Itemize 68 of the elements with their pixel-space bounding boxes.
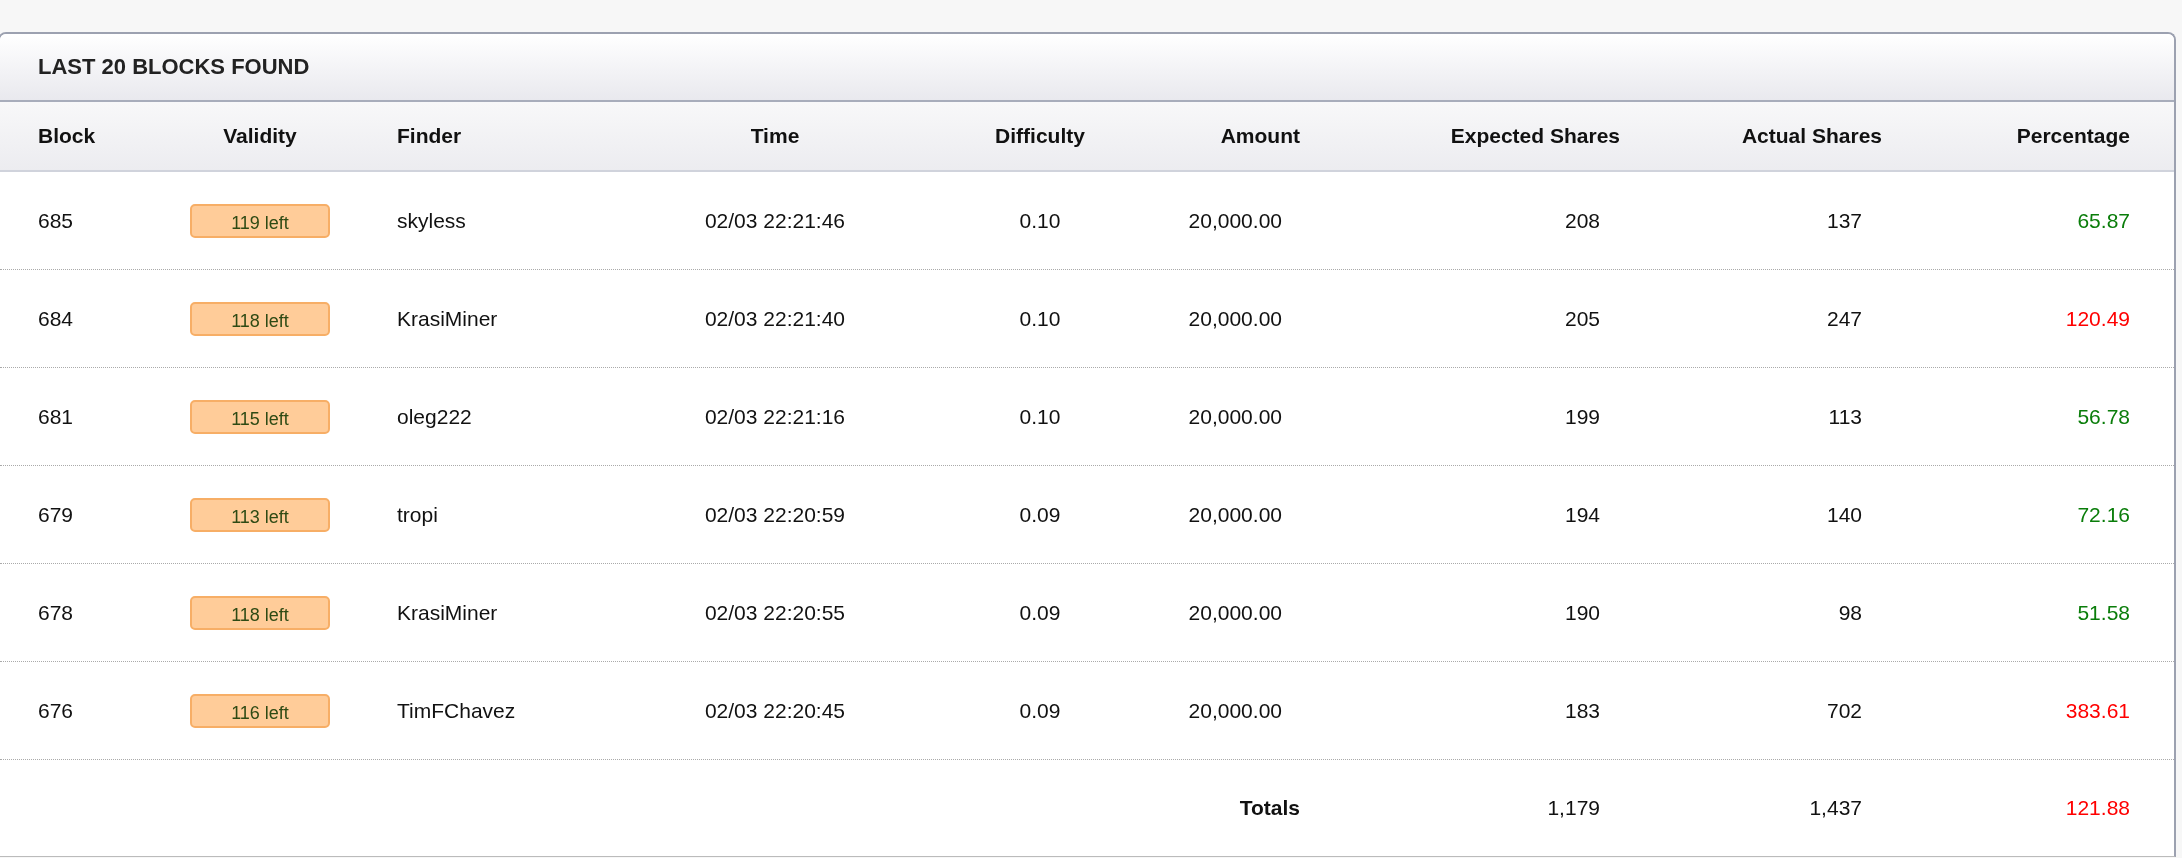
table-cell-text: 676 <box>37 698 74 723</box>
table-cell: 1,179 <box>1547 796 1600 820</box>
table-cell: 383.61 <box>2065 698 2130 723</box>
table-cell-text: 684 <box>37 306 74 331</box>
table-cell: 702 <box>1826 698 1862 723</box>
column-header: Expected Shares <box>1450 124 1620 148</box>
table-cell: 199 <box>1564 404 1600 429</box>
column-header: Time <box>750 124 800 148</box>
table-cell: 20,000.00 <box>1188 600 1282 625</box>
validity-badge: 113 left <box>190 497 330 532</box>
totals-label: Totals <box>1239 796 1300 820</box>
table-cell-text: 685 <box>37 208 74 233</box>
column-header: Validity <box>223 124 297 148</box>
table-cell: 120.49 <box>2065 306 2130 331</box>
table-cell-text: KrasiMiner <box>396 600 498 625</box>
table-cell: 02/03 22:21:46 <box>704 208 846 233</box>
table-cell: 20,000.00 <box>1188 698 1282 723</box>
table-cell: 247 <box>1826 306 1862 331</box>
table-cell: 65.87 <box>2077 208 2130 233</box>
column-header: Finder <box>396 124 462 148</box>
table-cell: 20,000.00 <box>1188 404 1282 429</box>
table-cell: 113 <box>1828 404 1862 429</box>
table-cell-text: skyless <box>396 208 466 233</box>
table-cell: 0.10 <box>1019 404 1061 429</box>
table-cell: 20,000.00 <box>1188 306 1282 331</box>
table-cell: 20,000.00 <box>1188 208 1282 233</box>
column-header: Block <box>37 124 96 148</box>
validity-badge: 118 left <box>190 301 330 336</box>
table-cell-text: oleg222 <box>396 404 472 429</box>
table-cell: 1,437 <box>1809 796 1862 820</box>
table-cell: 56.78 <box>2077 404 2130 429</box>
validity-badge: 115 left <box>190 399 330 434</box>
table-cell: 0.10 <box>1019 306 1061 331</box>
table-cell: 194 <box>1564 502 1600 527</box>
table-cell: 0.10 <box>1019 208 1061 233</box>
table-cell: 02/03 22:21:40 <box>704 306 846 331</box>
table-cell-text: 679 <box>37 502 74 527</box>
table-cell: 02/03 22:21:16 <box>704 404 846 429</box>
table-cell-text: TimFChavez <box>396 698 516 723</box>
table-cell: 51.58 <box>2077 600 2130 625</box>
table-cell: 02/03 22:20:55 <box>704 600 846 625</box>
table-cell: 02/03 22:20:59 <box>704 502 846 527</box>
table-cell: 0.09 <box>1019 502 1061 527</box>
table-cell: 137 <box>1826 208 1862 233</box>
table-cell: 98 <box>1838 600 1862 625</box>
table-cell: 121.88 <box>2065 796 2130 820</box>
table-cell-text: 678 <box>37 600 74 625</box>
table-cell: 72.16 <box>2077 502 2130 527</box>
column-header: Percentage <box>2016 124 2130 148</box>
table-cell-text: KrasiMiner <box>396 306 498 331</box>
validity-badge: 119 left <box>190 203 330 238</box>
validity-badge: 118 left <box>190 595 330 630</box>
table-cell-text: 681 <box>37 404 74 429</box>
table-cell: 140 <box>1826 502 1862 527</box>
table-cell-text: tropi <box>396 502 438 527</box>
table-cell: 190 <box>1564 600 1600 625</box>
column-header: Difficulty <box>995 124 1085 148</box>
table-cell: 0.09 <box>1019 698 1061 723</box>
table-cell: 02/03 22:20:45 <box>704 698 846 723</box>
table-cell: 183 <box>1564 698 1600 723</box>
column-header: Actual Shares <box>1741 124 1882 148</box>
column-header: Amount <box>1220 124 1300 148</box>
panel-title: LAST 20 BLOCKS FOUND <box>38 54 310 80</box>
validity-badge: 116 left <box>190 693 330 728</box>
table-cell: 208 <box>1564 208 1600 233</box>
table-cell: 20,000.00 <box>1188 502 1282 527</box>
table-cell: 0.09 <box>1019 600 1061 625</box>
table-cell: 205 <box>1564 306 1600 331</box>
